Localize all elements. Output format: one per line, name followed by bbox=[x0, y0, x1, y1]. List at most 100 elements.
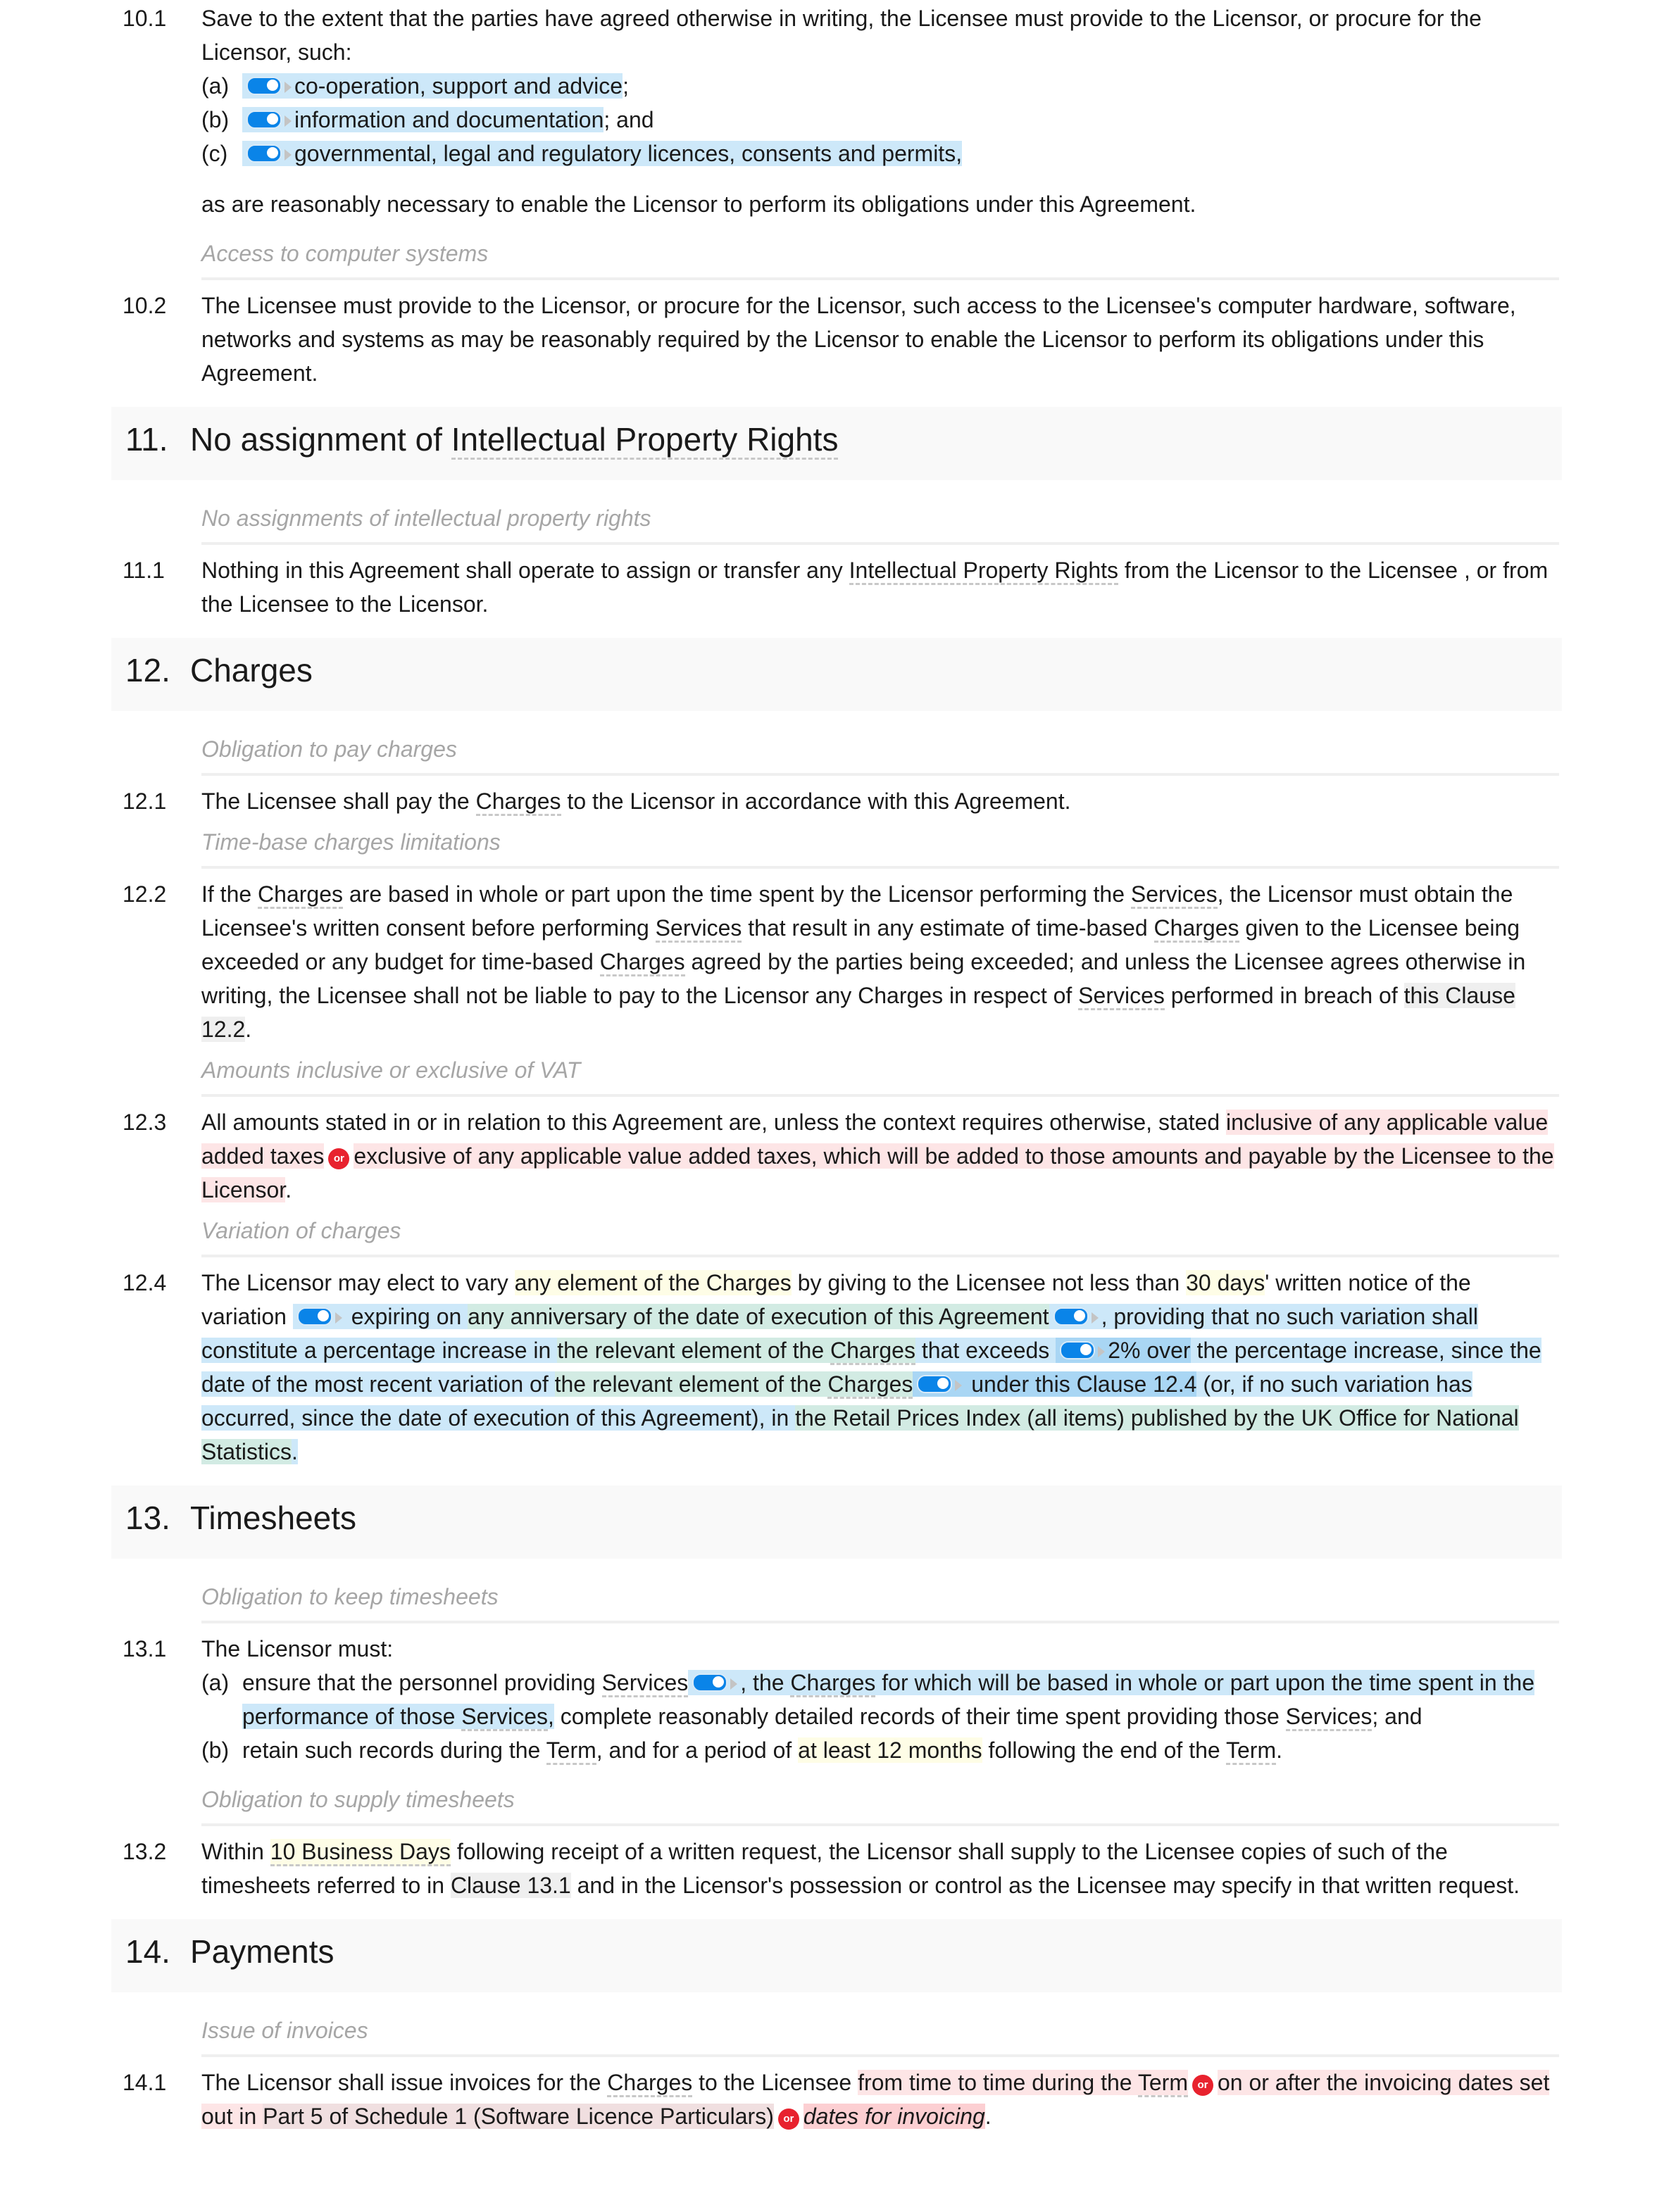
clause-12-4: 12.4 The Licensor may elect to vary any … bbox=[111, 1266, 1562, 1469]
clause-number: 13.2 bbox=[123, 1839, 167, 1864]
defined-term[interactable]: Services bbox=[601, 1670, 689, 1697]
expand-arrow-icon[interactable] bbox=[284, 82, 292, 93]
list-item: (c) governmental, legal and regulatory li… bbox=[201, 137, 1562, 170]
clause-subheading: No assignments of intellectual property … bbox=[201, 501, 1559, 545]
toggle-switch[interactable] bbox=[246, 77, 282, 95]
heading-number: 13. bbox=[125, 1500, 170, 1536]
heading-number: 14. bbox=[125, 1933, 170, 1970]
list-item: (b) retain such records during the Term, … bbox=[201, 1733, 1562, 1767]
option-text[interactable]: exclusive of any applicable value added … bbox=[201, 1143, 1554, 1202]
list-item: (a) co-operation, support and advice; bbox=[201, 69, 1562, 103]
clause-reference[interactable]: Clause 12.4 bbox=[1076, 1371, 1197, 1397]
clause-number: 14.1 bbox=[123, 2070, 167, 2095]
expand-arrow-icon[interactable] bbox=[1098, 1346, 1106, 1357]
optional-text: under this Clause 12.4 bbox=[913, 1371, 1197, 1397]
schedule-reference[interactable]: Part 5 of Schedule 1 (Software Licence P… bbox=[263, 2104, 774, 2129]
or-badge[interactable]: or bbox=[1192, 2075, 1213, 2096]
defined-term[interactable]: Term bbox=[1137, 2070, 1188, 2097]
heading-title: Payments bbox=[190, 1933, 334, 1970]
clause-number: 10.2 bbox=[123, 293, 167, 318]
list-item: (a) ensure that the personnel providing S… bbox=[201, 1666, 1562, 1733]
clause-subheading: Obligation to pay charges bbox=[201, 732, 1559, 776]
clause-subheading: Time-base charges limitations bbox=[201, 825, 1559, 869]
clause-text: Save to the extent that the parties have… bbox=[201, 6, 1482, 65]
or-badge[interactable]: or bbox=[777, 2109, 799, 2130]
toggle-switch[interactable] bbox=[246, 111, 282, 129]
clause-11-1: 11.1 Nothing in this Agreement shall ope… bbox=[111, 553, 1562, 621]
toggle-switch[interactable] bbox=[296, 1307, 332, 1326]
clause-12-3: 12.3 All amounts stated in or in relatio… bbox=[111, 1105, 1562, 1207]
defined-term[interactable]: Intellectual Property Rights bbox=[849, 558, 1119, 585]
optional-text: governmental, legal and regulatory licen… bbox=[242, 141, 963, 166]
expand-arrow-icon[interactable] bbox=[284, 115, 292, 127]
clause-subheading: Amounts inclusive or exclusive of VAT bbox=[201, 1053, 1559, 1097]
clause-subheading: Obligation to keep timesheets bbox=[201, 1580, 1559, 1623]
heading-number: 11. bbox=[125, 421, 168, 458]
clause-outro: as are reasonably necessary to enable th… bbox=[201, 191, 1196, 217]
clause-subheading: Variation of charges bbox=[201, 1214, 1559, 1257]
defined-term[interactable]: Charges bbox=[607, 2070, 693, 2097]
item-label: (c) bbox=[201, 141, 228, 166]
expand-arrow-icon[interactable] bbox=[284, 149, 292, 161]
variable-text[interactable]: at least 12 months bbox=[798, 1737, 982, 1763]
toggle-switch[interactable] bbox=[917, 1375, 953, 1393]
optional-text: 2% over bbox=[1056, 1338, 1191, 1363]
item-label: (b) bbox=[201, 1737, 230, 1763]
list-item: (b) information and documentation; and bbox=[201, 103, 1562, 137]
expand-arrow-icon[interactable] bbox=[955, 1380, 963, 1391]
defined-term[interactable]: Charges bbox=[258, 881, 343, 909]
variable-text[interactable]: 30 days bbox=[1186, 1270, 1265, 1295]
clause-text: The Licensee must provide to the Licenso… bbox=[201, 293, 1516, 386]
clause-number: 12.1 bbox=[123, 788, 167, 814]
toggle-switch[interactable] bbox=[246, 144, 282, 163]
section-heading-13: 13. Timesheets bbox=[111, 1485, 1562, 1559]
option-text[interactable]: from time to time during the Term bbox=[858, 2070, 1188, 2097]
clause-10-2: 10.2 The Licensee must provide to the Li… bbox=[111, 289, 1562, 390]
heading-title: Timesheets bbox=[190, 1500, 357, 1536]
clause-subheading: Access to computer systems bbox=[201, 237, 1559, 280]
defined-term[interactable]: Charges bbox=[827, 1371, 913, 1399]
defined-term[interactable]: Services bbox=[1130, 881, 1218, 909]
heading-number: 12. bbox=[125, 652, 170, 689]
clause-13-1: 13.1 The Licensor must: (a) ensure that t… bbox=[111, 1632, 1562, 1767]
defined-term[interactable]: Charges bbox=[599, 949, 685, 976]
clause-subheading: Issue of invoices bbox=[201, 2013, 1559, 2057]
expand-arrow-icon[interactable] bbox=[1091, 1312, 1099, 1324]
defined-term[interactable]: Services bbox=[655, 915, 742, 943]
heading-title: No assignment of Intellectual Property R… bbox=[190, 418, 839, 460]
variable-text[interactable]: the relevant element of the Charges bbox=[554, 1371, 913, 1399]
expand-arrow-icon[interactable] bbox=[334, 1312, 342, 1324]
toggle-switch[interactable] bbox=[692, 1673, 728, 1692]
defined-term[interactable]: Services bbox=[1285, 1704, 1372, 1731]
variable-text[interactable]: the relevant element of the Charges bbox=[557, 1338, 915, 1365]
item-label: (a) bbox=[201, 1670, 230, 1695]
section-heading-12: 12. Charges bbox=[111, 638, 1562, 711]
clause-number: 10.1 bbox=[123, 6, 167, 31]
defined-term[interactable]: Services bbox=[1078, 983, 1165, 1010]
variable-text[interactable]: any element of the Charges bbox=[514, 1270, 792, 1295]
clause-number: 12.2 bbox=[123, 881, 167, 907]
clause-12-1: 12.1 The Licensee shall pay the Charges … bbox=[111, 784, 1562, 818]
defined-term[interactable]: Services bbox=[461, 1704, 548, 1731]
section-heading-14: 14. Payments bbox=[111, 1919, 1562, 1992]
defined-term[interactable]: Charges bbox=[790, 1670, 876, 1697]
variable-text[interactable]: any anniversary of the date of execution… bbox=[468, 1304, 1049, 1329]
defined-term[interactable]: Charges bbox=[830, 1338, 915, 1365]
expand-arrow-icon[interactable] bbox=[730, 1678, 738, 1690]
defined-term[interactable]: Charges bbox=[475, 788, 561, 816]
defined-term[interactable]: Term bbox=[1225, 1737, 1277, 1765]
defined-term[interactable]: Term bbox=[546, 1737, 596, 1765]
option-text[interactable]: dates for invoicing bbox=[803, 2104, 985, 2129]
toggle-switch[interactable] bbox=[1060, 1341, 1096, 1359]
defined-term[interactable]: Charges bbox=[1153, 915, 1239, 943]
or-badge[interactable]: or bbox=[328, 1148, 350, 1169]
clause-13-2: 13.2 Within 10 Business Days following r… bbox=[111, 1835, 1562, 1902]
clause-number: 12.4 bbox=[123, 1270, 167, 1295]
defined-term[interactable]: Intellectual Property Rights bbox=[451, 421, 839, 460]
clause-number: 13.1 bbox=[123, 1636, 167, 1661]
clause-14-1: 14.1 The Licensor shall issue invoices f… bbox=[111, 2066, 1562, 2133]
toggle-switch[interactable] bbox=[1053, 1307, 1089, 1326]
optional-text: expiring on any anniversary of the date … bbox=[201, 1304, 1541, 1464]
variable-text[interactable]: 10 Business Days bbox=[270, 1839, 451, 1866]
clause-reference[interactable]: Clause 13.1 bbox=[450, 1873, 571, 1898]
